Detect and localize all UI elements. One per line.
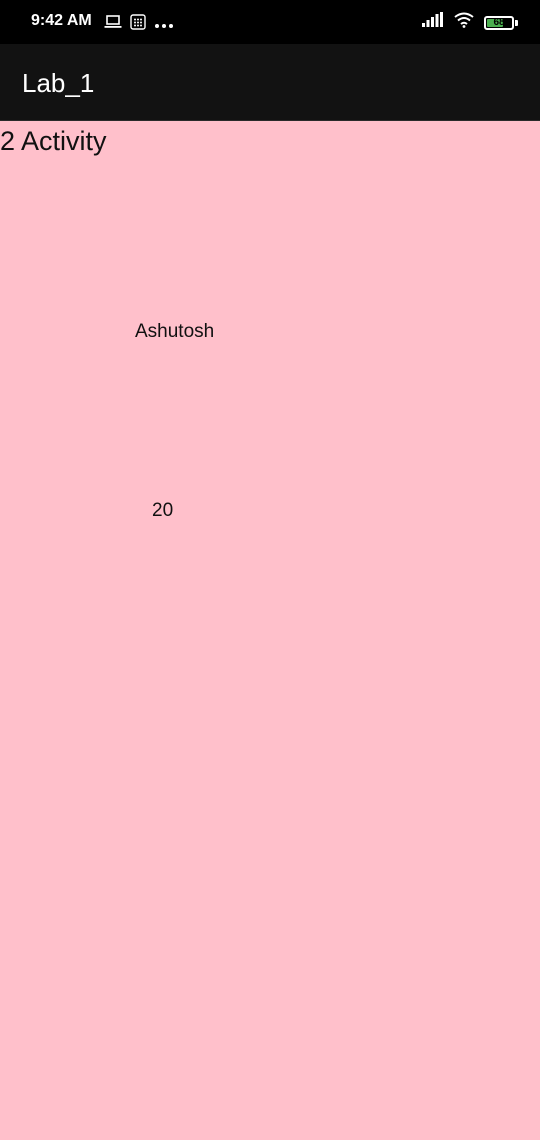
battery: 68: [484, 15, 514, 30]
wifi-icon: [454, 12, 474, 33]
laptop-icon: [104, 15, 122, 34]
battery-icon: 68: [484, 15, 518, 30]
page-heading: 2 Activity: [0, 126, 107, 156]
status-time: 9:42 AM: [31, 12, 92, 29]
more-dots-icon: [154, 16, 174, 34]
signal-icon: [422, 12, 444, 33]
sim-icon: [130, 14, 146, 35]
app-title: Lab_1: [22, 68, 95, 98]
status-bar: 9:42 AM 68: [0, 0, 540, 44]
status-left-icons: [104, 14, 174, 35]
battery-tip: [515, 19, 518, 26]
main-content: 2 Activity Ashutosh 20: [0, 121, 540, 1140]
age-value: 20: [152, 500, 174, 521]
name-value: Ashutosh: [135, 321, 215, 342]
battery-level: 68: [493, 16, 505, 28]
app-bar: Lab_1: [0, 44, 540, 121]
status-right-icons: 68: [422, 12, 518, 33]
